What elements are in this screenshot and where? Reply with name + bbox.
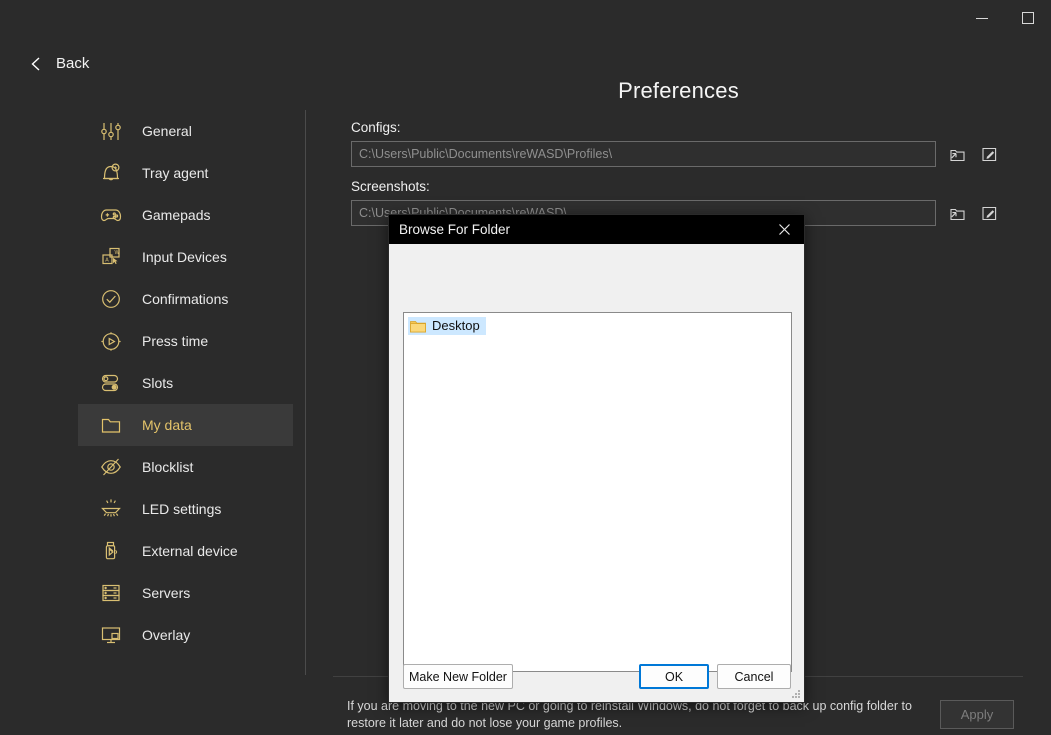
servers-icon	[102, 584, 120, 602]
tree-item-label: Desktop	[432, 318, 480, 333]
back-button[interactable]: Back	[28, 55, 89, 72]
led-light-icon	[101, 499, 121, 517]
dialog-body: Desktop Make New Folder OK Cancel	[389, 244, 804, 702]
screenshots-edit-button[interactable]	[978, 202, 1000, 224]
tree-item-desktop[interactable]: Desktop	[408, 317, 486, 335]
sidebar-item-label: Gamepads	[142, 207, 211, 223]
close-icon	[778, 224, 790, 235]
configs-edit-button[interactable]	[978, 143, 1000, 165]
apply-button[interactable]: Apply	[940, 700, 1014, 729]
sidebar-item-blocklist[interactable]: Blocklist	[78, 446, 293, 488]
monitor-overlay-icon	[101, 627, 121, 644]
dialog-titlebar: Browse For Folder	[389, 215, 804, 244]
sidebar-item-label: Blocklist	[142, 459, 194, 475]
dialog-close-button[interactable]	[764, 215, 804, 244]
dialog-footer: Make New Folder OK Cancel	[389, 650, 804, 702]
sidebar-item-label: General	[142, 123, 192, 139]
configs-row	[351, 141, 1011, 167]
sidebar-item-label: Servers	[142, 585, 191, 601]
sidebar-item-label: External device	[142, 543, 238, 559]
sidebar-item-my-data[interactable]: My data	[78, 404, 293, 446]
folder-icon	[410, 320, 426, 332]
configs-path-input[interactable]	[351, 141, 936, 167]
browse-for-folder-dialog: Browse For Folder Desktop Make New Folde	[388, 214, 805, 703]
sidebar-item-label: My data	[142, 417, 192, 433]
sidebar-item-input-devices[interactable]: W A Input Devices	[78, 236, 293, 278]
keyboard-mouse-icon: W A	[102, 247, 120, 265]
maximize-button[interactable]	[1005, 1, 1051, 35]
bell-bolt-icon	[103, 163, 120, 181]
sidebar-item-tray-agent[interactable]: Tray agent	[78, 152, 293, 194]
make-new-folder-button[interactable]: Make New Folder	[403, 664, 513, 689]
sliders-icon	[101, 123, 121, 140]
window-controls	[959, 0, 1051, 36]
configs-label: Configs:	[351, 120, 401, 135]
open-folder-icon	[949, 149, 965, 161]
sidebar-divider	[305, 110, 306, 675]
folder-icon	[101, 418, 121, 433]
configs-field-group: Configs:	[351, 120, 1011, 167]
sidebar-item-label: Overlay	[142, 627, 191, 643]
back-label: Back	[56, 55, 90, 72]
edit-square-icon	[981, 206, 996, 220]
sidebar-item-slots[interactable]: Slots	[78, 362, 293, 404]
sidebar: General Tray agent Gamepads W A Input De…	[78, 110, 293, 656]
screenshots-label: Screenshots:	[351, 179, 430, 194]
check-circle-icon	[102, 290, 120, 308]
cancel-button[interactable]: Cancel	[717, 664, 791, 689]
sidebar-item-gamepads[interactable]: Gamepads	[78, 194, 293, 236]
sidebar-item-general[interactable]: General	[78, 110, 293, 152]
footer-note: If you are moving to the new PC or going…	[347, 699, 912, 730]
page-title: Preferences	[618, 78, 739, 103]
toggles-icon	[101, 374, 119, 392]
sidebar-item-label: Slots	[142, 375, 174, 391]
ok-button[interactable]: OK	[639, 664, 709, 689]
dialog-title: Browse For Folder	[399, 222, 511, 237]
svg-text:A: A	[105, 258, 109, 264]
maximize-icon	[1022, 12, 1034, 24]
minimize-icon	[976, 17, 988, 19]
sidebar-item-label: LED settings	[142, 501, 222, 517]
sidebar-item-press-time[interactable]: Press time	[78, 320, 293, 362]
sidebar-item-label: Confirmations	[142, 291, 229, 307]
edit-square-icon	[981, 147, 996, 161]
sidebar-item-label: Input Devices	[142, 249, 227, 265]
svg-text:W: W	[115, 250, 120, 256]
sidebar-item-overlay[interactable]: Overlay	[78, 614, 293, 656]
open-folder-icon	[949, 208, 965, 220]
usb-bluetooth-icon	[105, 541, 118, 560]
sidebar-item-led-settings[interactable]: LED settings	[78, 488, 293, 530]
resize-grip-icon[interactable]	[790, 688, 802, 700]
eye-slash-icon	[101, 458, 121, 476]
sidebar-item-external-device[interactable]: External device	[78, 530, 293, 572]
sidebar-item-confirmations[interactable]: Confirmations	[78, 278, 293, 320]
chevron-left-icon	[31, 56, 40, 71]
sidebar-item-label: Press time	[142, 333, 209, 349]
screenshots-browse-button[interactable]	[946, 202, 968, 224]
sidebar-item-servers[interactable]: Servers	[78, 572, 293, 614]
stopwatch-play-icon	[101, 332, 121, 351]
configs-browse-button[interactable]	[946, 143, 968, 165]
minimize-button[interactable]	[959, 1, 1005, 35]
gamepad-icon	[100, 209, 122, 222]
app-root: Back Preferences General Tray agent Game…	[0, 0, 1051, 735]
sidebar-item-label: Tray agent	[142, 165, 209, 181]
folder-tree[interactable]: Desktop	[403, 312, 792, 672]
